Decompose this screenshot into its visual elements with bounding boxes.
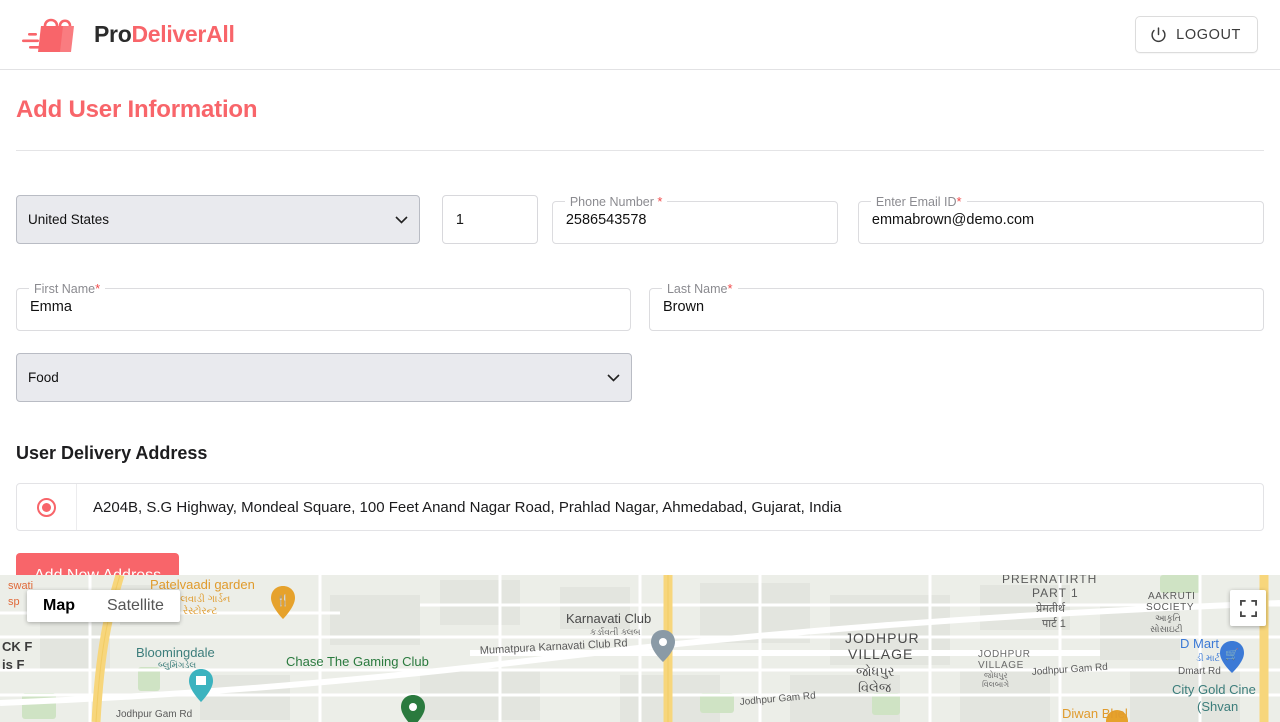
address-card[interactable]: A204B, S.G Highway, Mondeal Square, 100 … (16, 483, 1264, 531)
address-text: A204B, S.G Highway, Mondeal Square, 100 … (93, 498, 842, 516)
brand-name: ProDeliverAll (94, 21, 235, 48)
shopping-bag-icon (22, 18, 74, 52)
svg-text:VILLAGE: VILLAGE (848, 646, 913, 662)
svg-text:Bloomingdale: Bloomingdale (136, 645, 215, 660)
svg-text:VILLAGE: VILLAGE (978, 660, 1024, 671)
svg-text:કર્ઙાવતી ક્લબ: કર્ઙાવતી ક્લબ (590, 627, 641, 637)
svg-text:Jodhpur Gam Rd: Jodhpur Gam Rd (739, 690, 816, 708)
svg-text:CK F: CK F (2, 639, 32, 654)
map-labels: swati sp CK F is F Patelvaadi garden પટે… (2, 575, 1256, 721)
power-icon (1151, 27, 1166, 43)
address-radio[interactable] (17, 484, 77, 530)
last-name-input[interactable] (649, 283, 1263, 330)
phone-input[interactable] (552, 196, 838, 243)
country-code-wrap (441, 195, 538, 244)
svg-text:વિલેજ: વિલેજ (858, 680, 892, 695)
svg-text:Mumatpura Karnavati Club Rd: Mumatpura Karnavati Club Rd (480, 637, 628, 657)
svg-text:જોધપુર: જોધપુર (984, 670, 1008, 680)
svg-text:प्रेमतीर्थ: प्रेमतीर्थ (1036, 602, 1066, 615)
svg-text:D Mart: D Mart (1180, 636, 1219, 651)
country-select[interactable]: United States (16, 195, 421, 244)
svg-text:पार्ट 1: पार्ट 1 (1042, 617, 1066, 630)
svg-text:JODHPUR: JODHPUR (845, 630, 920, 646)
country-select-wrap: United States (16, 195, 421, 244)
svg-text:Chase The Gaming Club: Chase The Gaming Club (286, 654, 429, 669)
map-type-toggle[interactable]: Map Satellite (27, 590, 180, 622)
first-name-input[interactable] (17, 283, 631, 330)
brand-name-rest: DeliverAll (131, 21, 235, 47)
svg-text:(Shvan: (Shvan (1197, 699, 1238, 714)
page-title: Add User Information (16, 96, 258, 123)
category-select[interactable]: Food (16, 353, 632, 402)
phone-field: Phone Number * (551, 195, 839, 244)
svg-text:SOCIETY: SOCIETY (1146, 602, 1194, 613)
logout-button[interactable]: LOGOUT (1135, 16, 1258, 53)
svg-text:બ્લુમિંગડેલ: બ્લુમિંગડેલ (158, 659, 196, 670)
svg-text:AAKRUTI: AAKRUTI (1148, 591, 1196, 602)
brand-logo[interactable]: ProDeliverAll (18, 13, 235, 57)
email-field: Enter Email ID* (857, 195, 1264, 244)
map-view[interactable]: 🍴 🛒 swati sp CK F is F Patelvaadi garden… (0, 575, 1280, 722)
svg-text:Diwan Bhel: Diwan Bhel (1062, 706, 1128, 721)
form-row-contact: United States Phone Number * Enter Email… (16, 195, 1264, 244)
address-section-title: User Delivery Address (16, 443, 208, 463)
radio-selected-icon (37, 497, 56, 517)
svg-text:PART 1: PART 1 (1032, 586, 1079, 600)
map-type-map[interactable]: Map (27, 590, 91, 622)
fullscreen-icon (1239, 599, 1257, 617)
svg-text:City Gold Cine: City Gold Cine (1172, 682, 1256, 697)
svg-text:is F: is F (2, 657, 24, 672)
svg-text:આકૃતિ: આકૃતિ (1155, 613, 1181, 623)
svg-text:JODHPUR: JODHPUR (978, 649, 1031, 660)
category-select-wrap: Food (16, 353, 632, 402)
first-name-field: First Name* (16, 282, 632, 331)
brand-name-pro: Pro (94, 21, 132, 47)
map-type-satellite[interactable]: Satellite (91, 590, 180, 622)
svg-text:ડી માર્ટ: ડી માર્ટ (1196, 653, 1220, 663)
form-row-name: First Name* Last Name* (16, 282, 1264, 331)
svg-text:Karnavati Club: Karnavati Club (566, 611, 651, 626)
last-name-field: Last Name* (648, 282, 1264, 331)
email-input[interactable] (858, 196, 1263, 243)
svg-text:વિલબાગે: વિલબાગે (982, 679, 1009, 689)
map-fullscreen-button[interactable] (1230, 590, 1266, 626)
country-code-input[interactable] (441, 195, 538, 244)
svg-text:જોધપુર: જોધપુર (856, 664, 895, 679)
app-header: ProDeliverAll LOGOUT (0, 0, 1280, 70)
logout-button-label: LOGOUT (1176, 26, 1241, 43)
form-row-category: Food (16, 353, 1264, 402)
svg-text:Dmart Rd: Dmart Rd (1178, 666, 1221, 677)
svg-text:રેસ્ટોરન્ટ: રેસ્ટોરન્ટ (183, 604, 218, 617)
svg-text:Jodhpur Gam Rd: Jodhpur Gam Rd (1031, 662, 1108, 678)
user-form: United States Phone Number * Enter Email… (16, 151, 1264, 599)
svg-text:sp: sp (8, 596, 20, 608)
page-content: Add User Information United States Phone… (0, 96, 1280, 599)
svg-text:સોસાઇટી: સોસાઇટી (1150, 623, 1183, 634)
svg-text:Jodhpur Gam Rd: Jodhpur Gam Rd (116, 709, 192, 720)
svg-text:PRERNATIRTH: PRERNATIRTH (1002, 575, 1097, 586)
